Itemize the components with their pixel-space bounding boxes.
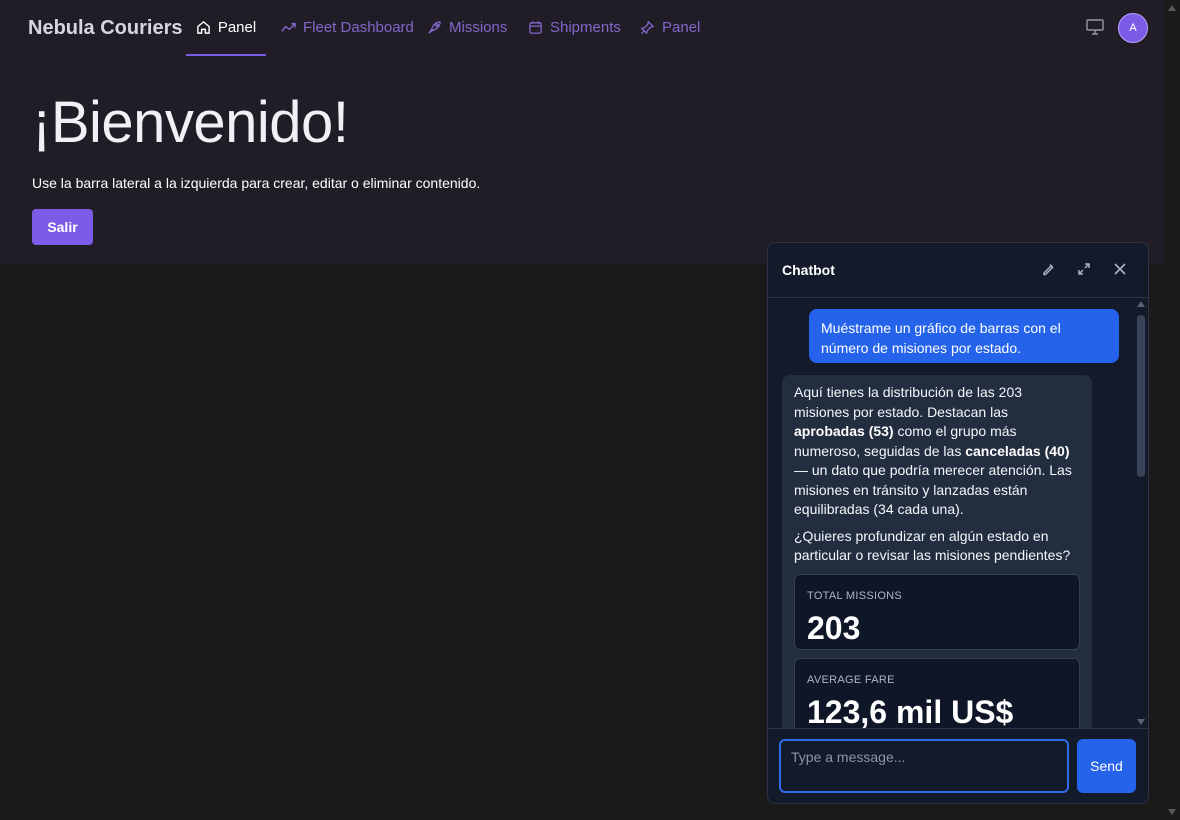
chat-messages[interactable]: Muéstrame un gráfico de barras con el nú… (768, 298, 1148, 728)
edit-icon[interactable] (1041, 262, 1055, 276)
nav-item-panel[interactable]: Panel (186, 0, 266, 56)
kpi-value: 203 (807, 610, 861, 646)
expand-icon[interactable] (1077, 262, 1091, 276)
monitor-icon[interactable] (1086, 19, 1104, 35)
brand-title[interactable]: Nebula Couriers (28, 17, 182, 40)
close-icon[interactable] (1113, 262, 1127, 276)
send-button[interactable]: Send (1077, 739, 1136, 793)
bot-text: Aquí tienes la distribución de las 203 m… (794, 384, 1023, 420)
chatbot-header: Chatbot (768, 243, 1148, 298)
message-input[interactable] (779, 739, 1069, 793)
scroll-up-arrow-icon[interactable] (1137, 301, 1145, 307)
rocket-icon (428, 20, 441, 34)
nav-item-shipments[interactable]: Shipments (528, 0, 621, 54)
scroll-down-arrow-icon[interactable] (1137, 719, 1145, 725)
trend-icon (281, 22, 296, 32)
chatbot-panel: Chatbot Muéstrame un gráfico de barras c… (767, 242, 1149, 804)
bot-highlight-cancelled: canceladas (40) (965, 442, 1070, 459)
home-icon (196, 20, 210, 34)
bot-message: Aquí tienes la distribución de las 203 m… (782, 375, 1092, 728)
chatbot-title: Chatbot (782, 262, 835, 278)
nav-item-label: Missions (449, 18, 508, 36)
top-navigation: Nebula Couriers Panel Fleet Dashboard Mi… (0, 0, 1165, 56)
scrollbar-thumb[interactable] (1137, 315, 1145, 477)
nav-item-fleet-dashboard[interactable]: Fleet Dashboard (281, 0, 414, 54)
user-message: Muéstrame un gráfico de barras con el nú… (809, 309, 1119, 363)
kpi-label: TOTAL MISSIONS (807, 589, 903, 602)
kpi-card-average-fare: AVERAGE FARE 123,6 mil US$ (794, 657, 1080, 728)
bot-text: — un dato que podría merecer atención. L… (794, 462, 1072, 517)
nav-item-label: Panel (217, 18, 257, 36)
pin-icon (640, 20, 655, 34)
scroll-down-arrow-icon[interactable] (1168, 809, 1176, 815)
nav-item-label: Fleet Dashboard (303, 18, 414, 36)
exit-button[interactable]: Salir (32, 209, 93, 245)
kpi-card-total-missions: TOTAL MISSIONS 203 (794, 573, 1080, 650)
calendar-icon (529, 20, 542, 34)
page-title: ¡Bienvenido! (32, 90, 349, 155)
nav-item-missions[interactable]: Missions (427, 0, 507, 54)
bot-highlight-approved: aprobadas (53) (794, 423, 894, 439)
avatar[interactable]: A (1118, 13, 1148, 43)
kpi-label: AVERAGE FARE (807, 673, 895, 686)
chat-scrollbar[interactable] (1136, 298, 1148, 728)
chat-composer: Send (768, 728, 1148, 803)
kpi-value: 123,6 mil US$ (807, 694, 1014, 728)
header-area: Nebula Couriers Panel Fleet Dashboard Mi… (0, 0, 1165, 264)
nav-item-panel-pinned[interactable]: Panel (640, 0, 700, 54)
nav-item-label: Panel (662, 18, 701, 36)
nav-item-label: Shipments (550, 18, 621, 36)
scroll-up-arrow-icon[interactable] (1168, 5, 1176, 11)
bot-message-paragraph: Aquí tienes la distribución de las 203 m… (794, 383, 1080, 520)
page-subtitle: Use la barra lateral a la izquierda para… (32, 175, 481, 191)
bot-message-question: ¿Quieres profundizar en algún estado en … (794, 527, 1071, 564)
page-scrollbar[interactable] (1165, 0, 1180, 820)
